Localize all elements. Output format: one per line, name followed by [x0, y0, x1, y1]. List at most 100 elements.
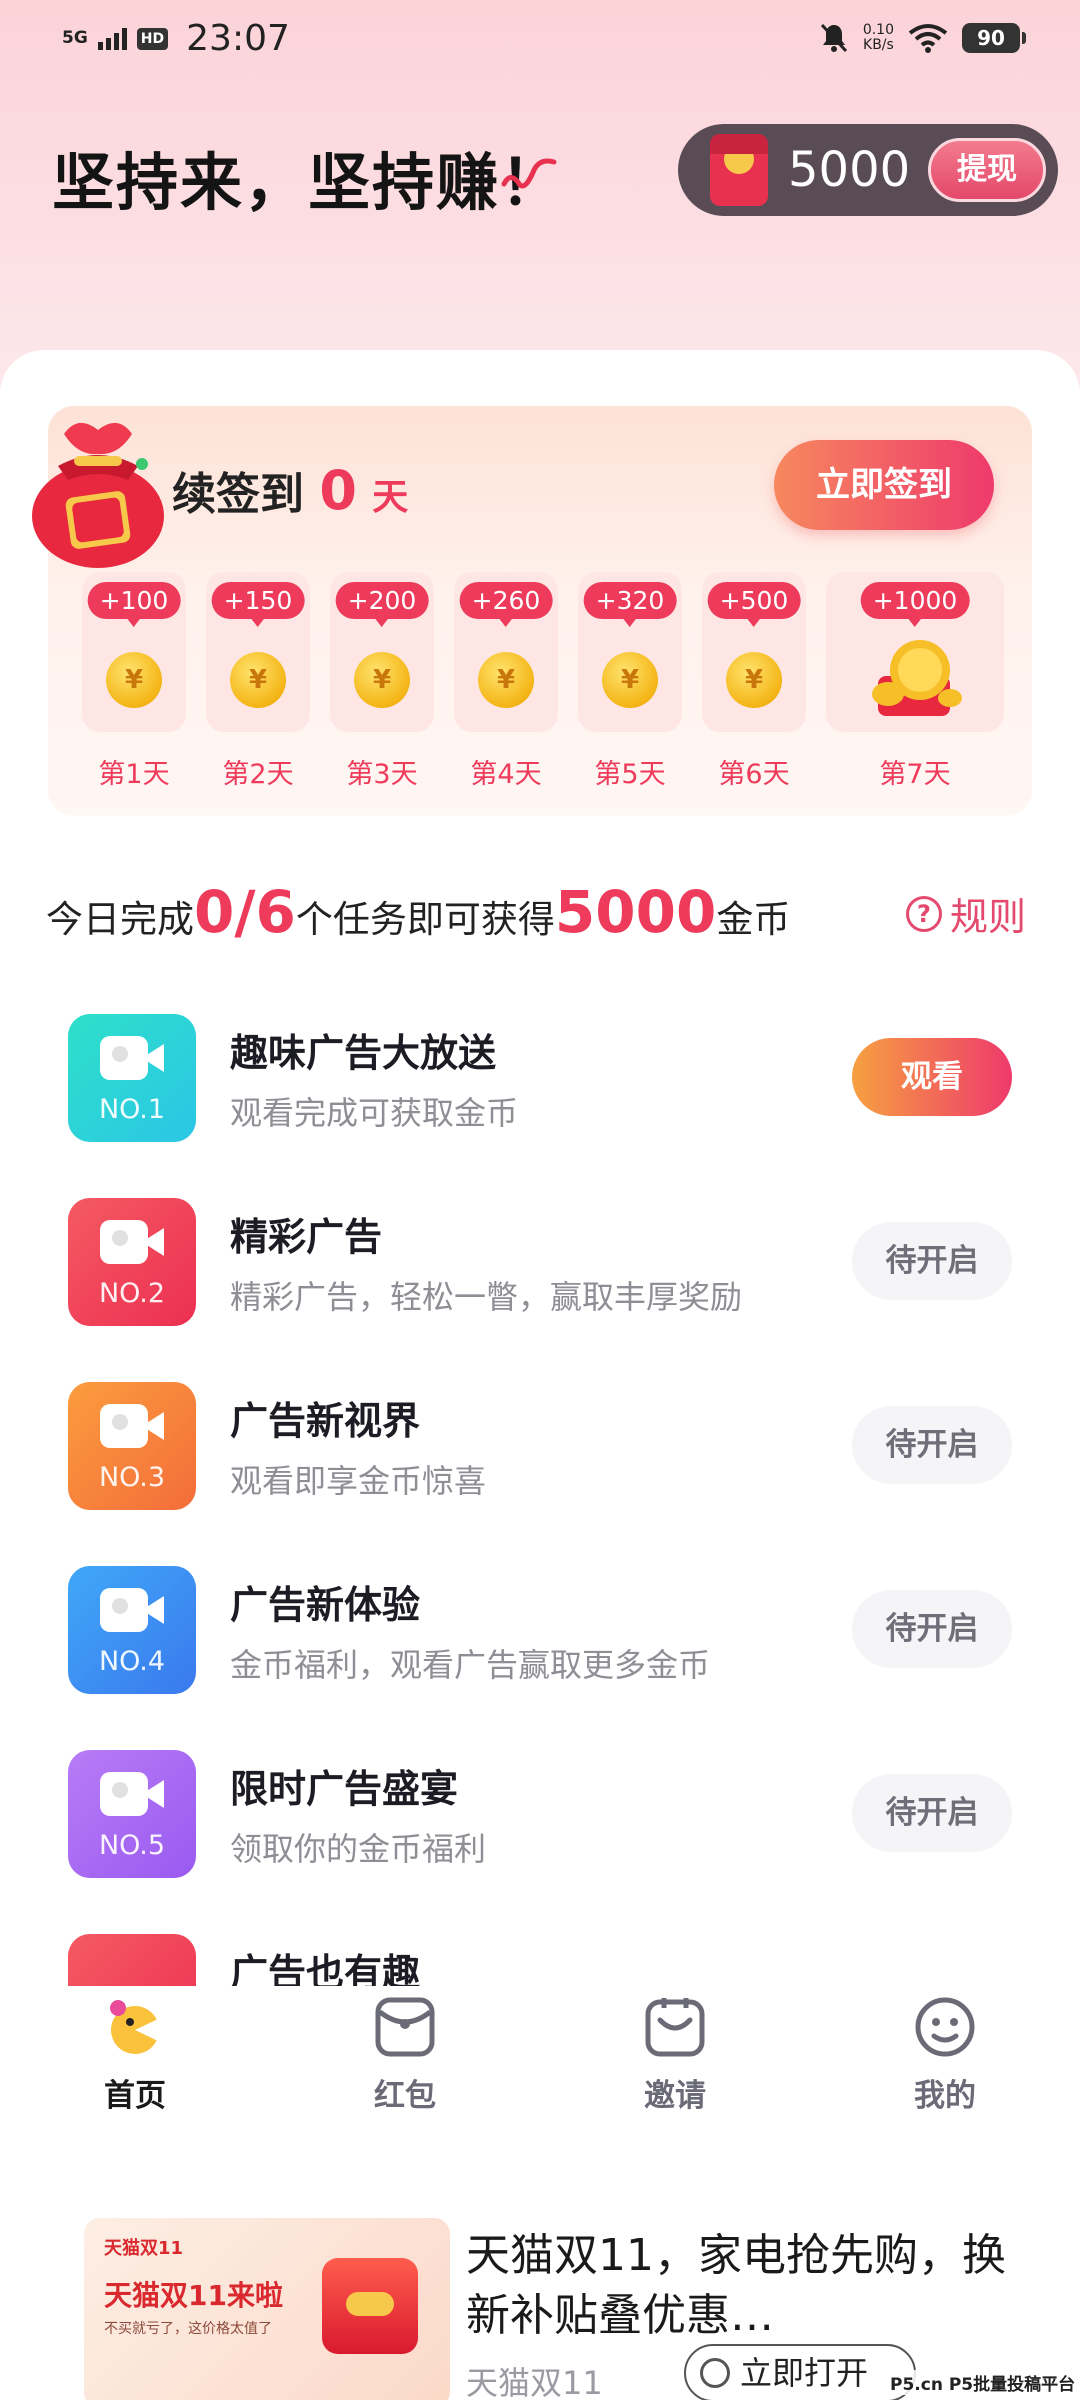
task-summary: 今日完成0/6个任务即可获得5000金币 — [46, 878, 790, 946]
summary-progress: 0/6 — [194, 878, 296, 946]
red-packet-icon — [375, 1997, 435, 2057]
task-title: 趣味广告大放送 — [230, 1031, 497, 1075]
task-title: 限时广告盛宴 — [230, 1767, 459, 1811]
ad-thumb-caption: 不买就亏了，这价格太值了 — [104, 2321, 272, 2337]
signin-title: 续签到 0 天 — [172, 458, 408, 522]
ad-text: 天猫双11，家电抢先购，换新补贴叠优惠… — [466, 2230, 1006, 2341]
slogan-swoosh-icon — [501, 158, 557, 189]
signin-days-count: 0 — [319, 459, 357, 522]
signin-day-3: +200 ¥ — [330, 572, 434, 732]
nav-invite[interactable]: 邀请 — [605, 1996, 745, 2115]
pending-button[interactable]: 待开启 — [852, 1590, 1012, 1668]
status-left: 5G HD 23:07 — [62, 18, 290, 59]
day-reward: +260 — [459, 582, 553, 627]
coin-pile-icon — [872, 640, 962, 716]
task-item-6: 广告也有趣 — [0, 1934, 1080, 1986]
net-speed-value: 0.10 — [862, 22, 894, 38]
nav-red-packet[interactable]: 红包 — [335, 1996, 475, 2115]
day-reward: +1000 — [860, 582, 970, 627]
task-title: 广告新视界 — [230, 1399, 421, 1443]
signal-icon — [97, 27, 127, 50]
day-reward: +100 — [87, 582, 181, 627]
net-speed: 0.10 KB/s — [863, 23, 894, 53]
home-icon — [110, 2000, 160, 2054]
day-reward: +320 — [583, 582, 677, 627]
nav-label: 我的 — [914, 2078, 976, 2114]
signin-day-4: +260 ¥ — [454, 572, 558, 732]
task-item-4: NO.4 广告新体验 金币福利，观看广告赢取更多金币 待开启 — [0, 1566, 1080, 1750]
coin-balance-pill: 5000 提现 — [678, 124, 1058, 216]
day-reward: +200 — [335, 582, 429, 627]
mute-bell-icon — [820, 23, 847, 53]
withdraw-button[interactable]: 提现 — [928, 138, 1046, 202]
signin-days-unit: 天 — [372, 477, 409, 518]
nav-home[interactable]: 首页 — [65, 1996, 205, 2115]
task-title: 广告新体验 — [230, 1583, 421, 1627]
task-number: NO.5 — [98, 1830, 166, 1861]
day-label: 第7天 — [879, 759, 951, 790]
rules-label: 规则 — [950, 895, 1027, 939]
day-label: 第4天 — [470, 759, 542, 790]
ad-thumbnail: 天猫双11 天猫双11来啦 不买就亏了，这价格太值了 — [84, 2218, 450, 2400]
status-bar: 5G HD 23:07 0.10 KB/s 90 — [0, 0, 1080, 84]
task-number: NO.3 — [98, 1462, 166, 1493]
status-right: 0.10 KB/s 90 — [819, 22, 1026, 54]
day-label: 第6天 — [718, 759, 790, 790]
day-label: 第3天 — [346, 759, 418, 790]
signin-title-prefix: 续签到 — [172, 469, 304, 520]
ad-banner[interactable]: 天猫双11 天猫双11来啦 不买就亏了，这价格太值了 天猫双11，家电抢先购，换… — [0, 2190, 1080, 2400]
pending-button[interactable]: 待开启 — [852, 1406, 1012, 1484]
nav-label: 红包 — [374, 2078, 436, 2114]
ad-open-button[interactable]: 立即打开 — [684, 2344, 916, 2400]
task-number: NO.4 — [98, 1646, 166, 1677]
task-item-5: NO.5 限时广告盛宴 领取你的金币福利 待开启 — [0, 1750, 1080, 1934]
rules-link[interactable]: ? 规则 — [906, 886, 1026, 941]
red-packet-icon — [710, 134, 768, 206]
day-label: 第1天 — [98, 759, 170, 790]
task-number: NO.2 — [98, 1278, 166, 1309]
signin-day-6: +500 ¥ — [702, 572, 806, 732]
task-desc: 观看即享金币惊喜 — [230, 1462, 487, 1500]
video-icon: NO.4 — [68, 1566, 196, 1694]
hd-badge: HD — [136, 27, 169, 50]
coin-icon: ¥ — [602, 652, 658, 708]
question-icon: ? — [906, 895, 942, 932]
lucky-bag-icon — [32, 422, 164, 568]
net-speed-unit: KB/s — [863, 37, 894, 53]
ad-source: 天猫双11 — [466, 2364, 603, 2400]
watch-button[interactable]: 观看 — [852, 1038, 1012, 1116]
task-number: NO.1 — [98, 1094, 166, 1125]
task-item-3: NO.3 广告新视界 观看即享金币惊喜 待开启 — [0, 1382, 1080, 1566]
network-type: 5G — [62, 28, 88, 48]
task-title: 广告也有趣 — [230, 1951, 421, 1986]
pending-button[interactable]: 待开启 — [852, 1222, 1012, 1300]
ad-open-label: 立即打开 — [740, 2354, 869, 2392]
summary-prefix: 今日完成 — [46, 898, 194, 941]
day-label: 第2天 — [222, 759, 294, 790]
profile-icon — [915, 1997, 975, 2057]
ad-thumb-headline: 天猫双11来啦 — [104, 2279, 283, 2312]
signin-day-5: +320 ¥ — [578, 572, 682, 732]
day-label: 第5天 — [594, 759, 666, 790]
slogan: 坚持来，坚持赚！ — [52, 146, 565, 219]
task-title: 精彩广告 — [230, 1215, 383, 1259]
coin-icon: ¥ — [106, 652, 162, 708]
signin-button[interactable]: 立即签到 — [774, 440, 994, 530]
signin-day-7: +1000 — [826, 572, 1004, 732]
coin-balance: 5000 — [788, 142, 911, 198]
summary-middle: 个任务即可获得 — [295, 898, 555, 941]
signin-day-1: +100 ¥ — [82, 572, 186, 732]
pending-button[interactable]: 待开启 — [852, 1774, 1012, 1852]
coin-icon: ¥ — [478, 652, 534, 708]
day-reward: +500 — [707, 582, 801, 627]
task-item-2: NO.2 精彩广告 精彩广告，轻松一瞥，赢取丰厚奖励 待开启 — [0, 1198, 1080, 1382]
nav-profile[interactable]: 我的 — [875, 1996, 1015, 2115]
gift-icon — [322, 2258, 418, 2354]
video-icon: NO.5 — [68, 1750, 196, 1878]
video-icon — [68, 1934, 196, 1986]
coin-icon: ¥ — [230, 652, 286, 708]
video-icon: NO.3 — [68, 1382, 196, 1510]
nav-label: 邀请 — [644, 2078, 706, 2114]
watermark: P5.cn P5批量投稿平台 — [890, 2370, 1076, 2395]
battery-icon: 90 — [962, 23, 1026, 53]
